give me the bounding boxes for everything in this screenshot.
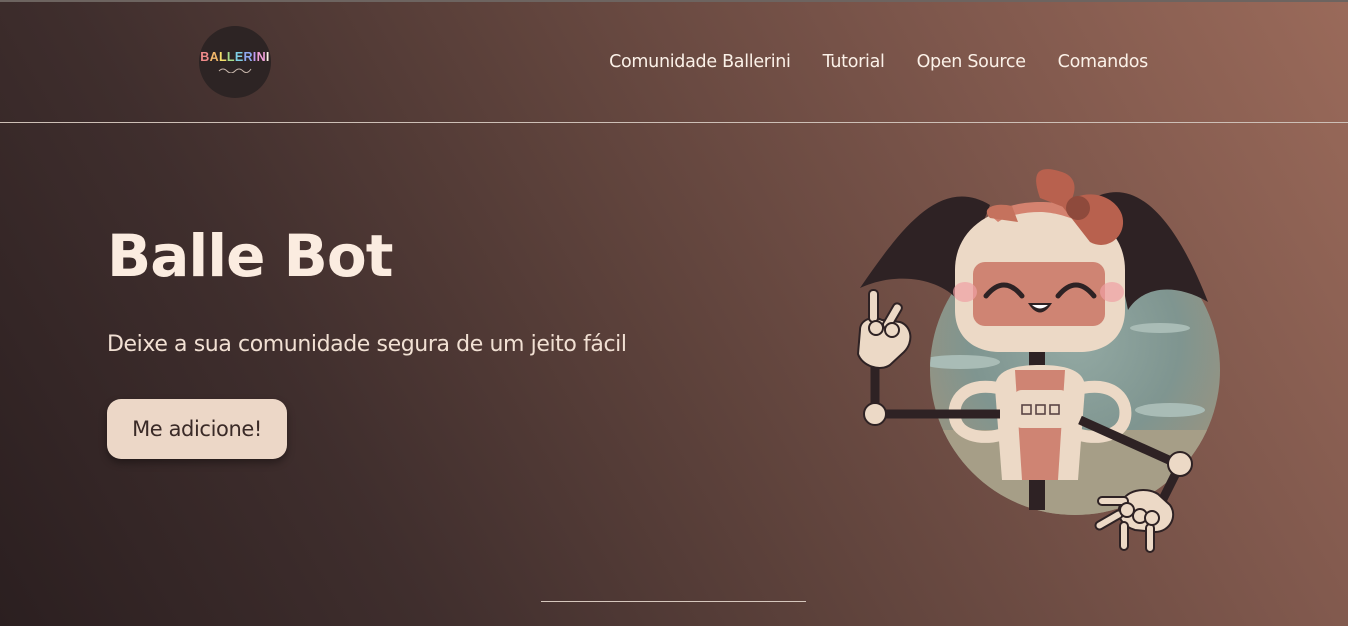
logo-text: BALLERINI xyxy=(200,50,270,65)
nav-links: Comunidade Ballerini Tutorial Open Sourc… xyxy=(609,42,1148,82)
logo[interactable]: BALLERINI xyxy=(199,26,271,98)
scroll-indicator-line xyxy=(541,601,806,602)
navbar: BALLERINI Comunidade Ballerini Tutorial … xyxy=(0,2,1348,122)
add-bot-button[interactable]: Me adicione! xyxy=(107,399,287,459)
nav-link-comandos[interactable]: Comandos xyxy=(1058,52,1149,72)
nav-divider xyxy=(0,122,1348,123)
hero-title: Balle Bot xyxy=(107,222,393,290)
logo-squiggle-icon xyxy=(218,68,252,73)
nav-link-open-source[interactable]: Open Source xyxy=(917,52,1026,72)
nav-link-tutorial[interactable]: Tutorial xyxy=(823,52,885,72)
robot-illustration xyxy=(856,169,1220,553)
hero-subtitle: Deixe a sua comunidade segura de um jeit… xyxy=(107,332,627,357)
nav-link-comunidade[interactable]: Comunidade Ballerini xyxy=(609,52,791,72)
robot-face xyxy=(973,262,1105,326)
